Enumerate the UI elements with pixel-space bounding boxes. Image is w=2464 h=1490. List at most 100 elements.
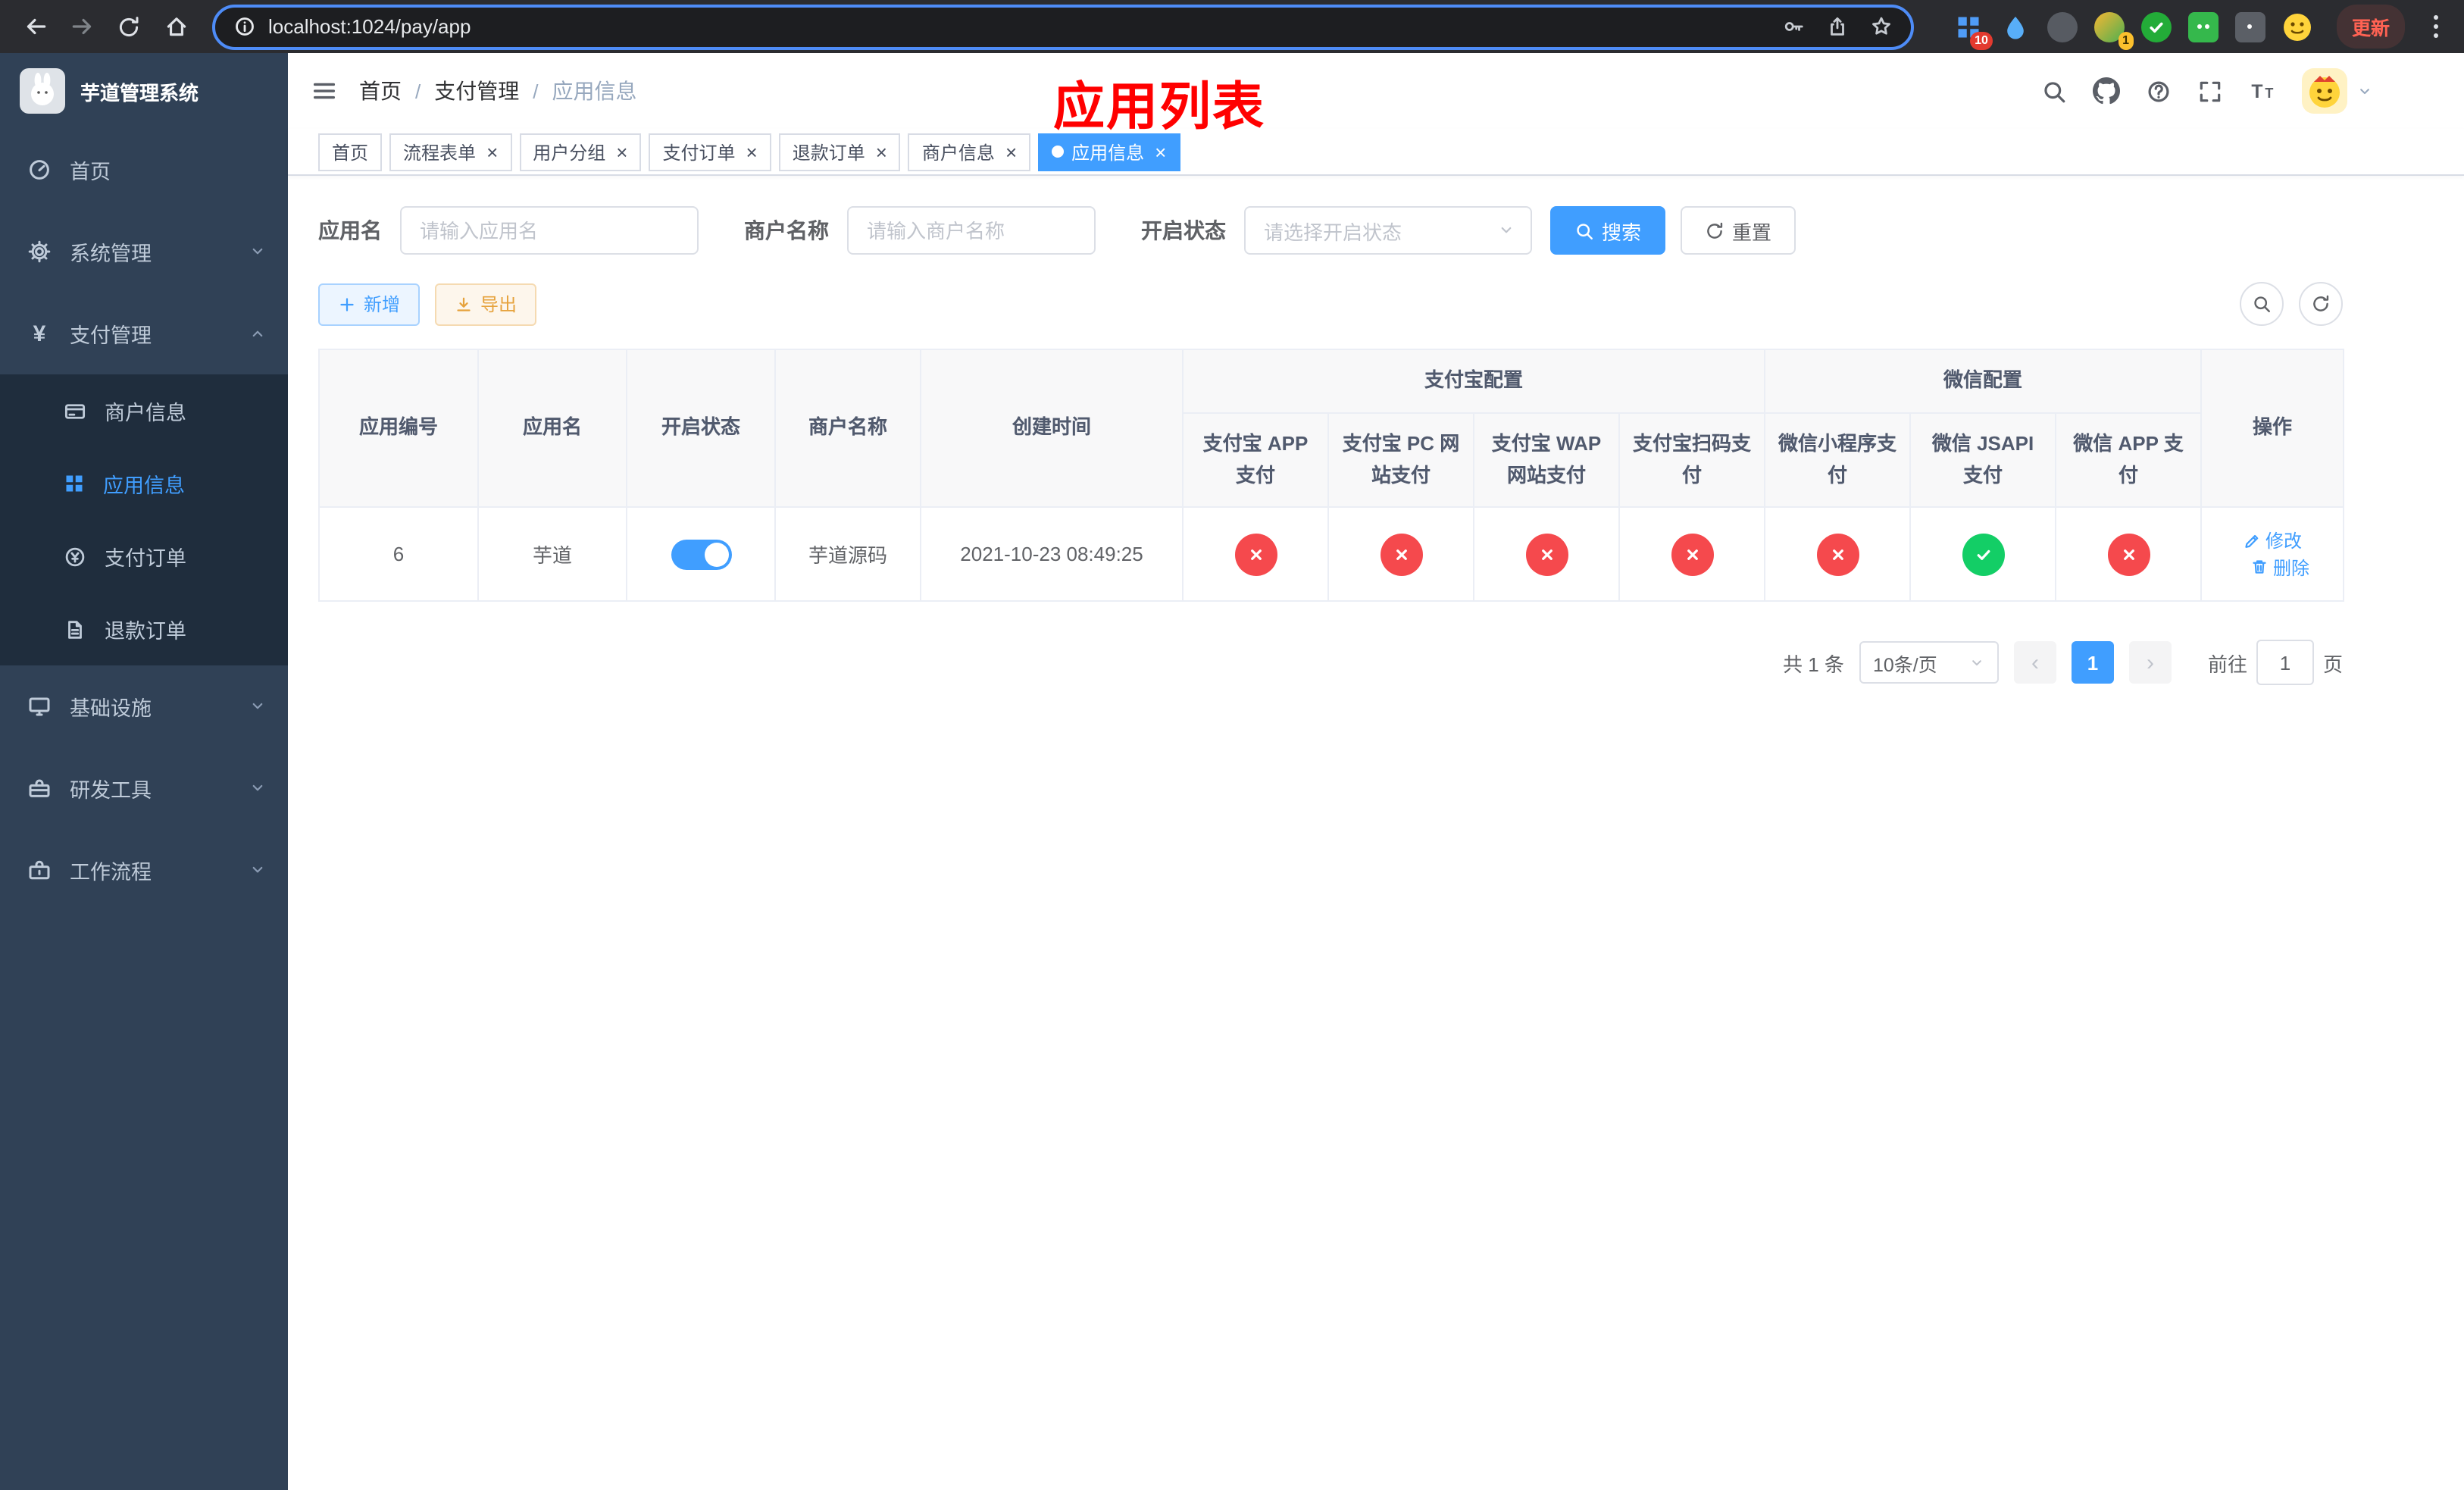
search-icon[interactable] [2041,78,2067,104]
cell-created: 2021-10-23 08:49:25 [920,506,1184,603]
browser-reload-button[interactable] [109,7,149,46]
cell-app-id: 6 [318,506,479,603]
extension-chat-icon[interactable] [2187,10,2220,43]
sidebar: 芋道管理系统 首页 系统管理 ¥ 支付管理 商户信息 应用信息 支付订单 退款订… [0,53,288,1490]
refresh-table-button[interactable] [2299,282,2343,326]
extension-avatar-icon[interactable]: 1 [2093,10,2134,49]
tab-process-form[interactable]: 流程表单 [389,133,512,171]
fullscreen-icon[interactable] [2197,78,2223,104]
reset-button[interactable]: 重置 [1681,206,1796,255]
browser-forward-button[interactable] [62,7,102,46]
sidebar-item-home[interactable]: 首页 [0,129,288,211]
trash-icon [2250,559,2269,577]
main-area: 首页 支付管理 应用信息 应用列表 [288,53,2464,1490]
browser-menu-icon[interactable] [2422,15,2449,38]
col-alipay-pc: 支付宝 PC 网站支付 [1327,412,1474,509]
page-number-1[interactable]: 1 [2071,641,2114,684]
status-toggle[interactable] [671,539,731,570]
sidebar-item-workflow[interactable]: 工作流程 [0,829,288,911]
total-count: 共 1 条 [1783,653,1844,676]
bookmark-star-icon[interactable] [1870,15,1893,38]
sidebar-item-refund-orders[interactable]: 退款订单 [0,593,288,665]
prev-page-button[interactable] [2013,641,2056,684]
close-icon[interactable] [486,142,498,161]
extension-puzzle-icon[interactable] [2234,10,2267,43]
col-alipay-qr: 支付宝扫码支付 [1618,412,1766,509]
search-button[interactable]: 搜索 [1550,206,1666,255]
tab-home[interactable]: 首页 [318,133,383,171]
app-name-label: 应用名 [318,218,382,243]
page-size-select[interactable]: 10条/页 [1859,641,1999,684]
active-dot [1052,146,1065,158]
search-icon [2252,294,2272,314]
col-wechat-mini: 微信小程序支付 [1764,412,1912,509]
col-actions: 操作 [2200,348,2345,509]
edit-link[interactable]: 修改 [2243,528,2302,554]
chevron-down-icon [249,697,267,715]
delete-link[interactable]: 删除 [2250,555,2309,581]
close-icon[interactable] [1155,142,1166,161]
extension-green-check-icon[interactable] [2140,10,2173,43]
tab-merchant-info[interactable]: 商户信息 [908,133,1031,171]
extension-grid-icon[interactable]: 10 [1952,10,1993,49]
goto-page-input[interactable] [2256,640,2314,686]
github-icon[interactable] [2093,77,2120,105]
close-icon[interactable] [616,142,627,161]
channel-status-icon [1234,533,1277,576]
avatar[interactable] [2302,68,2347,114]
status-select[interactable]: 请选择开启状态 [1244,206,1532,255]
toggle-search-button[interactable] [2240,282,2284,326]
next-page-button[interactable] [2128,641,2172,684]
sidebar-item-merchant-info[interactable]: 商户信息 [0,374,288,447]
search-icon [1574,221,1594,240]
browser-update-button[interactable]: 更新 [2336,5,2405,49]
cell-merchant: 芋道源码 [774,506,921,603]
tab-payment-orders[interactable]: 支付订单 [649,133,771,171]
user-menu[interactable] [2302,68,2373,114]
sidebar-item-payment-orders[interactable]: 支付订单 [0,520,288,593]
browser-home-button[interactable] [156,7,195,46]
address-bar[interactable]: localhost:1024/pay/app [212,4,1914,49]
channel-status-icon [1525,533,1568,576]
extension-badge: 10 [1970,31,1993,49]
toolbox-icon [27,776,52,800]
tab-user-group[interactable]: 用户分组 [519,133,642,171]
extension-drop-icon[interactable] [1999,10,2032,43]
screen: localhost:1024/pay/app 10 1 更新 芋道管理系统 首页… [0,0,2464,1490]
breadcrumb-home[interactable]: 首页 [359,76,402,106]
password-key-icon[interactable] [1782,15,1805,38]
export-button[interactable]: 导出 [435,283,537,325]
url-text[interactable]: localhost:1024/pay/app [268,15,471,38]
sidebar-item-app-info[interactable]: 应用信息 [0,447,288,520]
sidebar-fold-icon[interactable] [311,77,338,105]
col-alipay-wap: 支付宝 WAP 网站支付 [1473,412,1620,509]
sidebar-item-system[interactable]: 系统管理 [0,211,288,293]
col-status: 开启状态 [626,348,776,509]
app-name-input[interactable] [400,206,699,255]
tab-refund-orders[interactable]: 退款订单 [778,133,901,171]
breadcrumb-payment[interactable]: 支付管理 [434,76,519,106]
add-button[interactable]: 新增 [318,283,421,325]
merchant-name-input[interactable] [847,206,1096,255]
help-icon[interactable] [2146,78,2172,104]
col-app-name: 应用名 [477,348,627,509]
sidebar-item-dev-tools[interactable]: 研发工具 [0,747,288,829]
font-size-icon[interactable] [2249,77,2276,105]
chevron-down-icon [249,243,267,261]
share-icon[interactable] [1826,15,1849,38]
sidebar-item-infrastructure[interactable]: 基础设施 [0,665,288,747]
cell-actions: 修改 删除 [2200,506,2345,603]
browser-back-button[interactable] [15,7,55,46]
coin-icon [64,545,86,568]
app-table: 应用编号 应用名 开启状态 商户名称 创建时间 支付宝配置 微信配置 操作 支付… [318,348,2345,603]
sidebar-item-payment[interactable]: ¥ 支付管理 [0,293,288,374]
site-info-icon[interactable] [233,15,256,38]
close-icon[interactable] [876,142,887,161]
close-icon[interactable] [746,142,758,161]
chevron-up-icon [249,324,267,343]
grid-icon [64,473,85,494]
refresh-icon [1705,221,1724,240]
close-icon[interactable] [1005,142,1017,161]
extension-dark-circle-icon[interactable] [2046,10,2079,43]
extension-emoji-icon[interactable] [2281,10,2314,43]
